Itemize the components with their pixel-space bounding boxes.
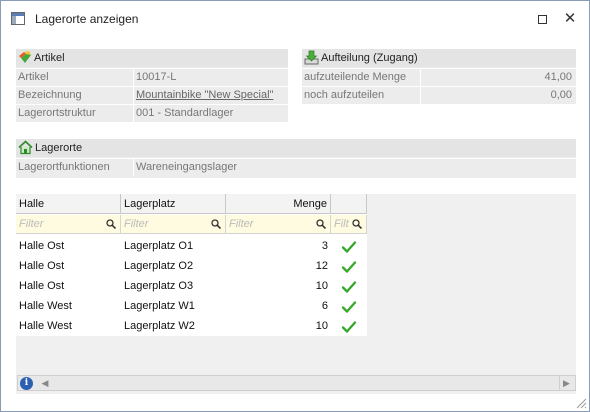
- lagerortfunktionen-value: Wareneingangslager: [136, 161, 238, 173]
- cell-lagerplatz: Lagerplatz W2: [124, 320, 195, 332]
- title-bar: Lagerorte anzeigen ✕: [1, 1, 589, 37]
- artikel-header-label: Artikel: [34, 52, 65, 64]
- checkmark-icon: [341, 241, 357, 253]
- filter-placeholder: Filt: [334, 218, 349, 230]
- cell-lagerplatz: Lagerplatz O3: [124, 280, 194, 292]
- info-icon[interactable]: i: [20, 377, 33, 390]
- aufteilung-header-label: Aufteilung (Zugang): [321, 52, 418, 64]
- maximize-icon: [537, 15, 547, 25]
- lagerorte-header-label: Lagerorte: [35, 142, 83, 154]
- close-icon: ✕: [563, 10, 577, 27]
- cell-halle: Halle Ost: [19, 280, 65, 292]
- magnifier-icon: [316, 219, 326, 229]
- lagerorte-header: Lagerorte: [16, 139, 576, 157]
- field-label: Lagerortfunktionen: [18, 161, 110, 173]
- aufteilung-header: Aufteilung (Zugang): [302, 49, 576, 67]
- dialog-window: Lagerorte anzeigen ✕ Artikel Artikel 100…: [0, 0, 590, 412]
- magnifier-icon: [352, 219, 362, 229]
- filter-lagerplatz-input[interactable]: Filter: [121, 215, 226, 234]
- scroll-left-arrow-icon[interactable]: ◀: [38, 376, 52, 390]
- resize-grip-icon[interactable]: [575, 397, 587, 409]
- checkmark-icon: [341, 321, 357, 333]
- magnifier-icon: [211, 219, 221, 229]
- field-label: Bezeichnung: [18, 89, 82, 101]
- cell-lagerplatz: Lagerplatz O1: [124, 240, 194, 252]
- filter-placeholder: Filter: [124, 218, 149, 230]
- filter-menge-input[interactable]: Filter: [226, 215, 331, 234]
- checkmark-icon: [341, 301, 357, 313]
- bezeichnung-row: Bezeichnung Mountainbike "New Special": [16, 86, 288, 104]
- column-header-lagerplatz[interactable]: Lagerplatz: [121, 194, 226, 214]
- column-header-menge[interactable]: Menge: [226, 194, 331, 214]
- cell-menge: 12: [315, 260, 328, 272]
- filter-placeholder: Filter: [19, 218, 44, 230]
- cell-menge: 6: [321, 300, 328, 312]
- cell-menge: 10: [315, 280, 328, 292]
- aufzuteilende-menge-value: 41,00: [544, 71, 572, 83]
- noch-aufzuteilen-row: noch aufzuteilen 0,00: [302, 86, 576, 104]
- filter-status-input[interactable]: Filt: [331, 215, 367, 234]
- aufzuteilende-menge-row: aufzuteilende Menge 41,00: [302, 68, 576, 86]
- cell-halle: Halle Ost: [19, 240, 65, 252]
- house-icon: [18, 140, 33, 155]
- cell-menge: 10: [315, 320, 328, 332]
- lagerortfunktionen-row: Lagerortfunktionen Wareneingangslager: [16, 158, 576, 176]
- artikel-panel: Artikel Artikel 10017-L Bezeichnung Moun…: [16, 49, 288, 122]
- noch-aufzuteilen-value: 0,00: [550, 89, 572, 101]
- artikel-icon: [19, 51, 31, 63]
- field-label: Artikel: [18, 71, 49, 83]
- horizontal-scrollbar[interactable]: i ◀ ▶: [17, 375, 576, 391]
- artikel-value: 10017-L: [136, 71, 177, 83]
- aufteilung-panel: Aufteilung (Zugang) aufzuteilende Menge …: [302, 49, 576, 104]
- download-tray-icon: [304, 50, 319, 65]
- cell-menge: 3: [321, 240, 328, 252]
- artikel-row: Artikel 10017-L: [16, 68, 288, 86]
- checkmark-icon: [341, 261, 357, 273]
- lagerortstruktur-value: 001 - Standardlager: [136, 107, 234, 119]
- field-label: aufzuteilende Menge: [304, 71, 407, 83]
- artikel-header: Artikel: [16, 49, 288, 67]
- cell-lagerplatz: Lagerplatz O2: [124, 260, 194, 272]
- filter-placeholder: Filter: [229, 218, 254, 230]
- column-header-halle[interactable]: Halle: [16, 194, 121, 214]
- filter-halle-input[interactable]: Filter: [16, 215, 121, 234]
- cell-lagerplatz: Lagerplatz W1: [124, 300, 195, 312]
- cell-halle: Halle Ost: [19, 260, 65, 272]
- lagerplatz-grid: Halle Lagerplatz Menge Filter Filter Fil…: [16, 194, 367, 336]
- window-title: Lagerorte anzeigen: [35, 12, 139, 26]
- window-icon: [11, 12, 25, 25]
- maximize-button[interactable]: [529, 7, 555, 31]
- lagerplatz-grid-area: Halle Lagerplatz Menge Filter Filter Fil…: [16, 194, 576, 394]
- column-header-status[interactable]: [331, 194, 367, 214]
- field-label: Lagerortstruktur: [18, 107, 96, 119]
- lagerorte-panel: Lagerorte Lagerortfunktionen Wareneingan…: [16, 139, 576, 178]
- magnifier-icon: [106, 219, 116, 229]
- bezeichnung-link[interactable]: Mountainbike "New Special": [136, 86, 273, 104]
- cell-halle: Halle West: [19, 300, 72, 312]
- scroll-right-arrow-icon[interactable]: ▶: [559, 376, 573, 390]
- field-label: noch aufzuteilen: [304, 89, 385, 101]
- lagerortstruktur-row: Lagerortstruktur 001 - Standardlager: [16, 104, 288, 122]
- checkmark-icon: [341, 281, 357, 293]
- cell-halle: Halle West: [19, 320, 72, 332]
- close-button[interactable]: ✕: [557, 7, 583, 31]
